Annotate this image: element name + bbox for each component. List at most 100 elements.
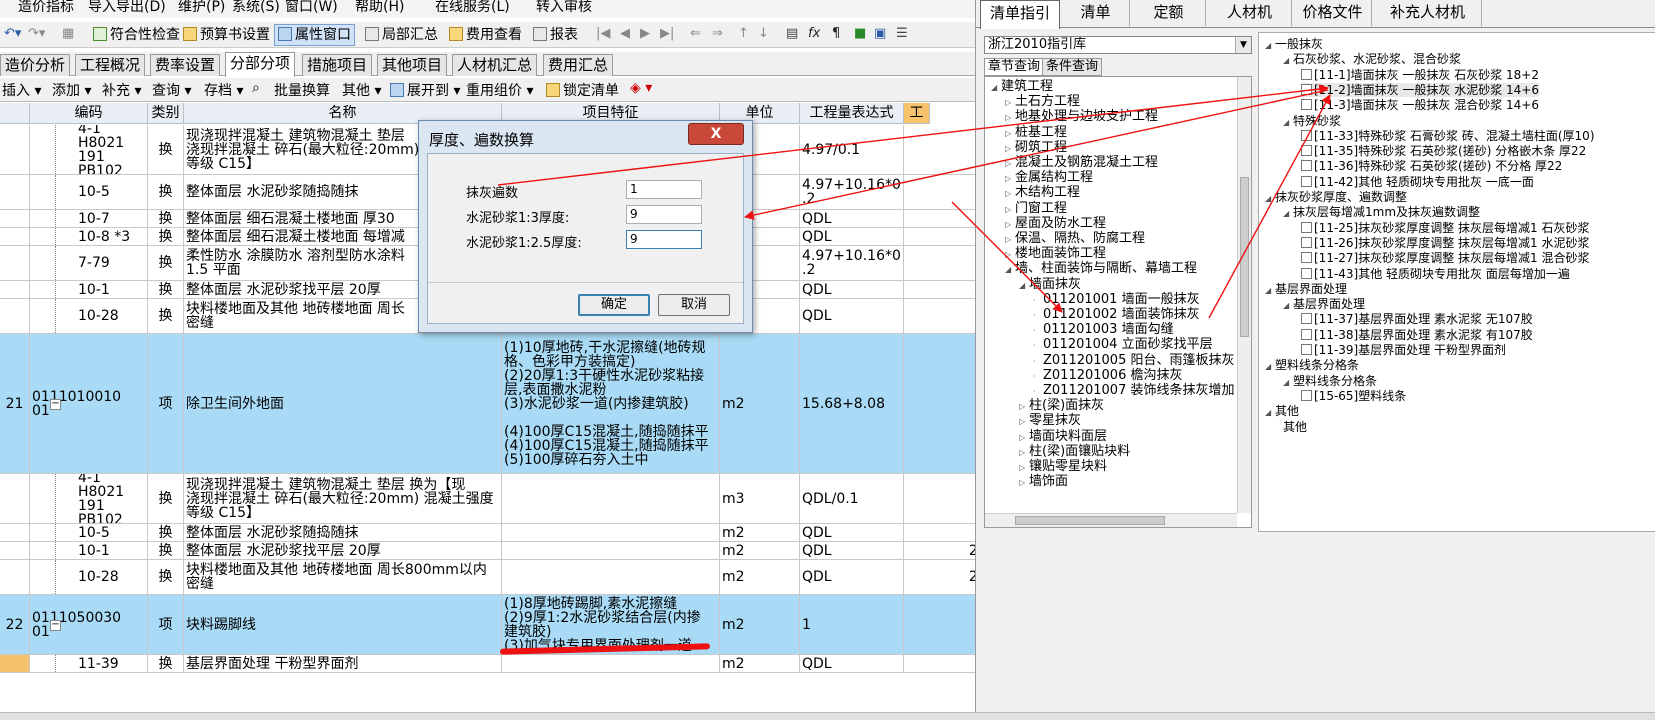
expression-cell[interactable]: QDL — [800, 524, 904, 541]
tab-cost-analysis[interactable]: 造价分析 — [0, 54, 71, 76]
type-cell[interactable]: 项 — [148, 334, 184, 473]
horizontal-scrollbar[interactable] — [985, 513, 1237, 527]
quota-item-row[interactable]: [11-25]抹灰砂浆厚度调整 抹灰层每增减1 石灰砂浆 — [1301, 221, 1590, 235]
quota-group-node[interactable]: ◢ 基层界面处理 — [1265, 282, 1347, 298]
chapter-tree-node[interactable]: ▷ 柱(梁)面抹灰 — [1019, 398, 1104, 414]
code-cell[interactable]: 10-5 — [30, 175, 148, 209]
collapsed-arrow-icon[interactable]: ▷ — [1005, 95, 1015, 110]
query-button[interactable]: 查询 ▾ — [152, 80, 191, 100]
type-cell[interactable]: 换 — [148, 474, 184, 523]
expression-cell[interactable]: QDL/0.1 — [800, 474, 904, 523]
expanded-arrow-icon[interactable]: ◢ — [1283, 116, 1293, 130]
tab-labor-material-summary[interactable]: 人材机汇总 — [452, 54, 538, 76]
menu-item[interactable]: 维护(P) — [178, 0, 225, 16]
collapsed-arrow-icon[interactable]: ▷ — [1005, 202, 1015, 217]
expression-cell[interactable]: QDL — [800, 210, 904, 227]
table-icon[interactable]: ▦ — [62, 26, 74, 41]
collapsed-arrow-icon[interactable]: · — [1033, 323, 1043, 338]
quota-item-row[interactable]: [11-26]抹灰砂浆厚度调整 抹灰层每增减1 水泥砂浆 — [1301, 236, 1590, 250]
collapsed-arrow-icon[interactable]: · — [1033, 354, 1043, 369]
type-cell[interactable]: 换 — [148, 524, 184, 541]
quota-item-row[interactable]: [15-65]塑料线条 — [1301, 389, 1406, 403]
chapter-tree-node[interactable]: ▷ 楼地面装饰工程 — [1005, 246, 1106, 262]
add-button[interactable]: 添加 ▾ — [52, 80, 91, 100]
menu-item[interactable]: 转入审核 — [536, 0, 592, 16]
menu-item[interactable]: 帮助(H) — [355, 0, 404, 16]
name-cell[interactable]: 除卫生间外地面 — [184, 334, 502, 473]
calculator-icon[interactable]: ▤ — [786, 26, 798, 41]
type-cell[interactable]: 换 — [148, 560, 184, 594]
chapter-tree-node[interactable]: ▷ 土石方工程 — [1005, 94, 1080, 110]
scroll-thumb[interactable] — [1015, 516, 1165, 525]
chapter-tree-node[interactable]: · 011201003 墙面勾缝 — [1033, 322, 1174, 338]
collapsed-arrow-icon[interactable]: ▷ — [1005, 186, 1015, 201]
insert-button[interactable]: 插入 ▾ — [2, 80, 41, 100]
code-cell[interactable]: 10-28 — [30, 299, 148, 333]
chapter-tree-node[interactable]: ▷ 桩基工程 — [1005, 125, 1067, 141]
tab-price-file[interactable]: 价格文件 — [1294, 0, 1372, 26]
tab-labor-material[interactable]: 人材机 — [1208, 0, 1292, 26]
redo-icon[interactable]: ↷▾ — [28, 26, 45, 41]
column-header-code[interactable]: 编码 — [30, 103, 148, 124]
feature-cell[interactable] — [502, 560, 720, 594]
chapter-tree-node[interactable]: · Z011201007 装饰线条抹灰增加 — [1033, 383, 1234, 399]
unit-cell[interactable]: m2 — [720, 595, 800, 654]
expanded-arrow-icon[interactable]: ◢ — [1283, 376, 1293, 390]
tab-bill[interactable]: 清单 — [1062, 0, 1130, 26]
expanded-arrow-icon[interactable]: ◢ — [1265, 192, 1275, 206]
expression-cell[interactable]: QDL — [800, 299, 904, 333]
select-checkbox[interactable] — [1301, 328, 1312, 340]
quota-item-row[interactable]: [11-1]墙面抹灰 一般抹灰 石灰砂浆 18+2 — [1301, 68, 1539, 82]
chapter-tree-node[interactable]: ▷ 屋面及防水工程 — [1005, 216, 1106, 232]
feature-cell[interactable] — [502, 474, 720, 523]
move-right-icon[interactable]: ⇒ — [712, 26, 723, 41]
binoculars-icon[interactable]: ⌕ — [252, 80, 260, 96]
expression-cell[interactable]: QDL — [800, 228, 904, 245]
select-checkbox[interactable] — [1301, 145, 1312, 157]
row-number[interactable] — [0, 175, 30, 209]
fee-view-button[interactable]: 费用查看 — [446, 24, 525, 46]
collapsed-arrow-icon[interactable]: ▷ — [1005, 110, 1015, 125]
chapter-tree-node[interactable]: ▷ 地基处理与边坡支护工程 — [1005, 109, 1158, 125]
expanded-arrow-icon[interactable]: ◢ — [991, 80, 1001, 95]
local-summary-button[interactable]: 局部汇总 — [362, 24, 441, 46]
budget-settings-button[interactable]: 预算书设置 — [180, 24, 273, 46]
chapter-tree-node[interactable]: ▷ 木结构工程 — [1005, 185, 1080, 201]
column-header-type[interactable]: 类别 — [148, 103, 184, 124]
expression-cell[interactable]: 4.97+10.16*0 .2 — [800, 175, 904, 209]
chapter-tree-node[interactable]: ▷ 砌筑工程 — [1005, 140, 1067, 156]
row-number[interactable] — [0, 125, 30, 174]
mortar-1-3-thickness-input[interactable]: 9 — [626, 205, 702, 224]
select-checkbox[interactable] — [1301, 344, 1312, 355]
unit-cell[interactable]: m2 — [720, 334, 800, 473]
row-number[interactable] — [0, 524, 30, 541]
collapsed-arrow-icon[interactable]: ▷ — [1005, 171, 1015, 186]
row-number[interactable] — [0, 655, 30, 672]
collapsed-arrow-icon[interactable]: ▷ — [1005, 232, 1015, 247]
code-cell[interactable]: 10-8 *3 — [30, 228, 148, 245]
feature-cell[interactable] — [502, 655, 720, 672]
chapter-tree-node[interactable]: ▷ 金属结构工程 — [1005, 170, 1093, 186]
chapter-tree-node[interactable]: ▷ 墙面块料面层 — [1019, 429, 1107, 445]
row-number[interactable] — [0, 299, 30, 333]
tab-chapter-query[interactable]: 章节查询 — [984, 58, 1045, 76]
expanded-arrow-icon[interactable]: ◢ — [1283, 54, 1293, 68]
quota-item-row[interactable]: [11-2]墙面抹灰 一般抹灰 水泥砂浆 14+6 — [1301, 82, 1540, 97]
select-checkbox[interactable] — [1301, 129, 1312, 141]
unit-cell[interactable]: m2 — [720, 542, 800, 559]
chapter-tree-node[interactable]: · Z011201005 阳台、雨篷板抹灰 — [1033, 353, 1234, 369]
type-cell[interactable]: 换 — [148, 246, 184, 280]
property-window-button[interactable]: 属性窗口 — [274, 24, 355, 46]
guide-library-select[interactable]: 浙江2010指引库 ▼ — [984, 36, 1252, 54]
chapter-tree-node[interactable]: · 011201002 墙面装饰抹灰 — [1033, 307, 1200, 323]
code-cell[interactable]: 4-1 H8021 191 PB102 — [30, 474, 148, 523]
select-checkbox[interactable] — [1301, 389, 1312, 401]
expression-cell[interactable]: 15.68+8.08 — [800, 334, 904, 473]
reuse-pricing-button[interactable]: 重用组价 ▾ — [466, 80, 533, 100]
collapsed-arrow-icon[interactable]: ▷ — [1005, 217, 1015, 232]
column-header-expression[interactable]: 工程量表达式 — [800, 103, 904, 124]
report-button[interactable]: 报表 — [530, 24, 581, 46]
chapter-tree-node[interactable]: ◢ 墙、柱面装饰与隔断、幕墙工程 — [1005, 261, 1197, 277]
expression-cell[interactable]: QDL — [800, 281, 904, 298]
type-cell[interactable]: 换 — [148, 299, 184, 333]
